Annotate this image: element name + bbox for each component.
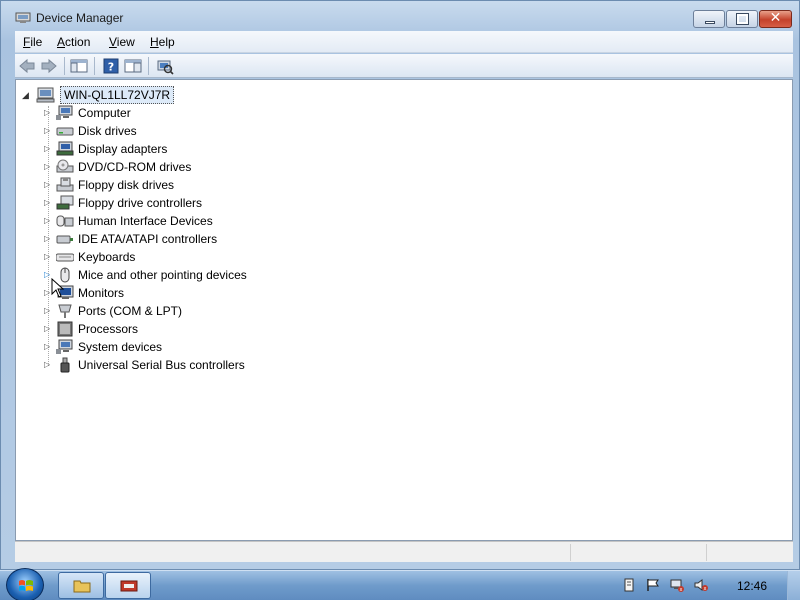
properties-icon[interactable]	[123, 57, 143, 75]
status-cell	[706, 544, 793, 561]
system-device-icon	[56, 339, 73, 354]
toolbar: ?	[15, 54, 793, 78]
tree-item-label: Mice and other pointing devices	[78, 268, 247, 282]
tree-item-label: DVD/CD-ROM drives	[78, 160, 192, 174]
menu-file[interactable]: File	[23, 35, 42, 49]
tree-item-label: Floppy drive controllers	[78, 196, 203, 210]
expand-arrow-icon[interactable]: ▷	[44, 198, 50, 207]
back-icon[interactable]	[17, 57, 37, 75]
maximize-button[interactable]	[726, 10, 758, 28]
computer-icon	[56, 105, 73, 120]
help-icon[interactable]: ?	[101, 57, 121, 75]
flag-icon[interactable]	[646, 578, 660, 592]
expand-arrow-icon[interactable]: ▷	[44, 288, 50, 297]
close-icon: ✕	[769, 10, 782, 26]
expand-arrow-icon[interactable]: ▷	[44, 126, 50, 135]
menu-bar: File Action View Help	[15, 31, 793, 53]
device-manager-icon	[15, 12, 31, 23]
status-bar	[15, 541, 793, 562]
expand-arrow-icon[interactable]: ▷	[44, 162, 50, 171]
tree-item-label: Display adapters	[78, 142, 168, 156]
expand-arrow-icon[interactable]: ▷	[44, 342, 50, 351]
expand-arrow-icon[interactable]: ▷	[44, 144, 50, 153]
tree-item-label: Keyboards	[78, 250, 136, 264]
clock[interactable]: 12:46	[722, 579, 782, 593]
tree-item-label: Monitors	[78, 286, 125, 300]
scan-hardware-icon[interactable]	[155, 57, 175, 75]
start-button[interactable]	[6, 568, 44, 600]
processor-icon	[57, 321, 73, 337]
usb-icon	[60, 357, 70, 373]
tree-item-label: Ports (COM & LPT)	[78, 304, 183, 318]
expand-arrow-icon[interactable]: ▷	[44, 360, 50, 369]
tree-item-label: IDE ATA/ATAPI controllers	[78, 232, 218, 246]
expand-arrow-icon[interactable]: ▷	[44, 108, 50, 117]
close-button[interactable]: ✕	[759, 10, 792, 28]
device-manager-window: Device Manager ✕ File Action View Help ?	[0, 0, 800, 570]
display-adapter-icon	[56, 141, 74, 156]
show-hide-console-tree-icon[interactable]	[69, 57, 89, 75]
tree-item-label: Universal Serial Bus controllers	[78, 358, 245, 372]
expand-arrow-icon[interactable]: ▷	[44, 270, 50, 279]
tree-item-label: Processors	[78, 322, 139, 336]
menu-view[interactable]: View	[109, 35, 135, 49]
svg-text:x: x	[704, 586, 707, 592]
window-title: Device Manager	[36, 11, 124, 25]
expand-arrow-icon[interactable]: ▷	[44, 216, 50, 225]
tree-item-label: System devices	[78, 340, 163, 354]
toolbar-separator	[148, 57, 149, 75]
svg-text:x: x	[680, 587, 683, 592]
dvd-drive-icon	[56, 159, 74, 173]
taskbar: x x 12:46	[0, 568, 800, 600]
folder-icon	[73, 580, 91, 593]
volume-muted-icon[interactable]: x	[694, 578, 708, 592]
hid-icon	[56, 215, 74, 227]
windows-logo-icon	[19, 580, 33, 591]
floppy-drive-icon	[56, 177, 74, 192]
expand-arrow-icon[interactable]: ▷	[44, 252, 50, 261]
computer-root-icon	[36, 87, 55, 103]
device-tree[interactable]: ◢ WIN-QL1LL72VJ7R ▷ Computer ▷ Disk driv…	[15, 79, 793, 541]
network-icon[interactable]: x	[670, 578, 684, 592]
port-icon	[58, 304, 72, 318]
expand-arrow-icon[interactable]: ▷	[44, 324, 50, 333]
root-computer-name[interactable]: WIN-QL1LL72VJ7R	[60, 86, 175, 104]
forward-icon[interactable]	[39, 57, 59, 75]
tree-item-label: Human Interface Devices	[78, 214, 213, 228]
status-cell	[570, 544, 706, 561]
taskbar-device-manager-button[interactable]	[105, 572, 151, 599]
toolbar-separator	[94, 57, 95, 75]
menu-help[interactable]: Help	[150, 35, 175, 49]
collapse-arrow-icon[interactable]: ◢	[22, 90, 29, 101]
toolbar-separator	[64, 57, 65, 75]
tree-item-label: Floppy disk drives	[78, 178, 175, 192]
tree-item-label: Computer	[78, 106, 131, 120]
expand-arrow-icon[interactable]: ▷	[44, 306, 50, 315]
svg-text:?: ?	[108, 61, 114, 74]
ide-controller-icon	[56, 235, 73, 244]
action-center-icon[interactable]	[622, 578, 636, 592]
mouse-cursor-icon	[51, 278, 65, 298]
device-manager-taskbar-icon	[120, 580, 138, 592]
menu-action[interactable]: Action	[57, 35, 90, 49]
title-bar[interactable]: Device Manager ✕	[1, 1, 799, 31]
taskbar-explorer-button[interactable]	[58, 572, 104, 599]
show-desktop-button[interactable]	[787, 571, 800, 600]
tree-item-label: Disk drives	[78, 124, 137, 138]
minimize-button[interactable]	[693, 10, 725, 28]
expand-arrow-icon[interactable]: ▷	[44, 180, 50, 189]
floppy-controller-icon	[56, 195, 74, 210]
expand-arrow-icon[interactable]: ▷	[44, 234, 50, 243]
keyboard-icon	[56, 253, 74, 262]
disk-drive-icon	[56, 127, 74, 136]
